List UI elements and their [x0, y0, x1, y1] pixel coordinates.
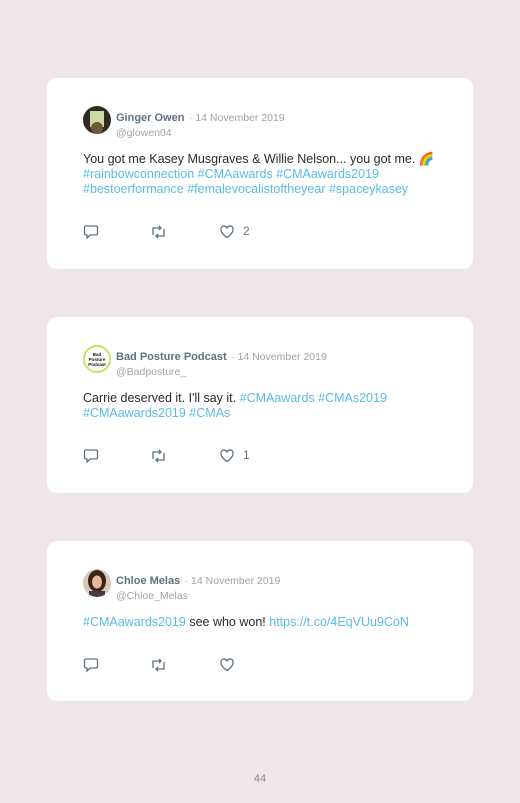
reply-icon[interactable] [83, 657, 99, 673]
author-name[interactable]: Chloe Melas [116, 575, 180, 587]
reply-icon[interactable] [83, 448, 99, 464]
tweet-actions: 2 [83, 224, 283, 240]
retweet-icon[interactable] [150, 224, 167, 240]
tweet-hashtag[interactable]: #CMAawards2019 [83, 615, 186, 629]
tweet-date: · 14 November 2019 [231, 351, 327, 363]
reply-icon[interactable] [83, 224, 99, 240]
tweet-actions [83, 657, 283, 673]
tweet-card: Chloe Melas · 14 November 2019 @Chloe_Me… [47, 541, 473, 701]
tweet-text: You got me Kasey Musgraves & Willie Nels… [83, 152, 443, 197]
heart-icon [220, 449, 234, 463]
like-button[interactable]: 2 [219, 224, 259, 240]
tweet-hashtags[interactable]: #rainbowconnection #CMAawards #CMAawards… [83, 167, 408, 196]
tweet-body: see who won! [189, 615, 266, 629]
tweet-text: Carrie deserved it. I'll say it. #CMAawa… [83, 391, 443, 421]
heart-icon [220, 658, 234, 672]
tweet-date: · 14 November 2019 [184, 575, 281, 587]
page-number: 44 [253, 773, 267, 785]
retweet-icon[interactable] [150, 448, 167, 464]
like-button[interactable] [219, 657, 259, 673]
tweet-text: #CMAawards2019 see who won! https://t.co… [83, 615, 443, 630]
tweet-body: You got me Kasey Musgraves & Willie Nels… [83, 152, 416, 166]
author-handle[interactable]: @Chloe_Melas [116, 590, 280, 602]
like-button[interactable]: 1 [219, 448, 259, 464]
rainbow-emoji: 🌈 [418, 152, 435, 166]
tweet-link[interactable]: https://t.co/4EqVUu9CoN [269, 615, 409, 629]
like-count: 1 [243, 448, 250, 462]
author-handle[interactable]: @glowen04 [116, 127, 285, 139]
avatar[interactable] [83, 569, 111, 597]
tweet-date: · 14 November 2019 [188, 112, 285, 124]
retweet-icon[interactable] [150, 657, 167, 673]
avatar[interactable]: Bad Posture Podcast [83, 345, 111, 373]
author-handle[interactable]: @Badposture_ [116, 366, 327, 378]
avatar-logo-text: Bad Posture Podcast [88, 352, 106, 367]
author-name[interactable]: Bad Posture Podcast [116, 351, 227, 363]
heart-icon [220, 225, 234, 239]
tweet-actions: 1 [83, 448, 283, 464]
tweet-card: Ginger Owen · 14 November 2019 @glowen04… [47, 78, 473, 269]
like-count: 2 [243, 224, 250, 238]
avatar[interactable] [83, 106, 111, 134]
tweet-body: Carrie deserved it. I'll say it. [83, 391, 237, 405]
tweet-card: Bad Posture Podcast Bad Posture Podcast … [47, 317, 473, 493]
author-name[interactable]: Ginger Owen [116, 112, 184, 124]
